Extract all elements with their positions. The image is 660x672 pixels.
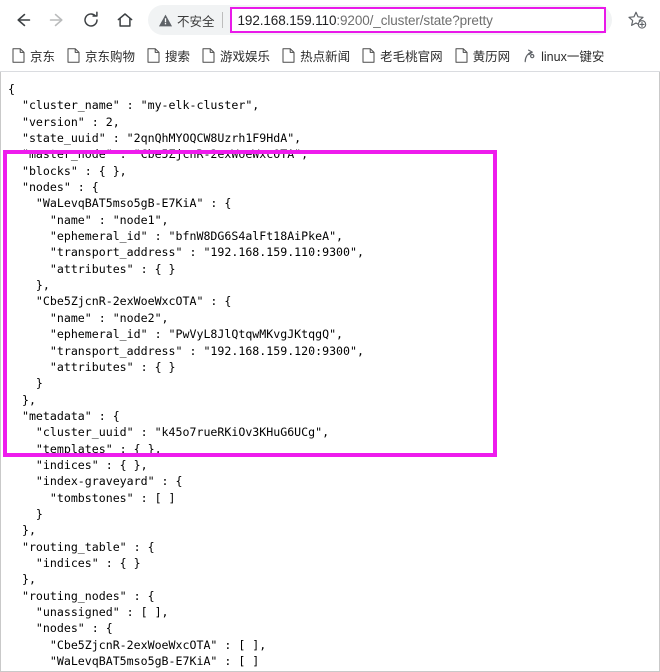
bookmark-item[interactable]: 京东 (6, 43, 61, 68)
bookmark-label: linux一键安 (541, 50, 605, 64)
reload-icon (84, 11, 98, 27)
star-add-icon (628, 11, 647, 29)
warning-triangle-icon (158, 14, 173, 26)
shortcut-icon (524, 49, 535, 63)
bookmark-label: 黄历网 (472, 50, 511, 64)
site-security-chip[interactable]: 不安全 (158, 11, 222, 30)
url-path: :9200/_cluster/state?pretty (336, 12, 493, 28)
page-icon (147, 48, 160, 63)
bookmark-label: 搜索 (165, 50, 191, 64)
back-button[interactable] (6, 4, 40, 36)
omnibox-actions (616, 4, 654, 36)
address-bar[interactable]: 不安全 192.168.159.110:9200/_cluster/state?… (148, 5, 612, 35)
bookmark-label: 京东 (30, 50, 56, 64)
bookmark-label: 游戏娱乐 (220, 50, 271, 64)
omnibox-divider (221, 12, 223, 28)
bookmark-label: 老毛桃官网 (380, 50, 443, 64)
bookmark-item[interactable]: 黄历网 (449, 43, 517, 68)
home-button[interactable] (108, 4, 142, 36)
back-arrow-icon (17, 13, 31, 27)
page-icon (202, 48, 215, 63)
bookmark-item[interactable]: 搜索 (141, 43, 196, 68)
bookmark-label: 京东购物 (85, 50, 136, 64)
bookmark-item[interactable]: 京东购物 (61, 43, 141, 68)
page-icon (67, 48, 80, 63)
json-response-body: { "cluster_name" : "my-elk-cluster", "ve… (8, 82, 364, 672)
page-icon (12, 48, 25, 63)
bookmarks-bar: 京东 京东购物 搜索 游戏娱乐 热点新闻 老毛桃官网 黄历网 linux一键安 (0, 40, 660, 71)
browser-chrome: 不安全 192.168.159.110:9200/_cluster/state?… (0, 0, 660, 72)
forward-arrow-icon (49, 13, 63, 27)
forward-button[interactable] (40, 4, 74, 36)
page-icon (362, 48, 375, 63)
url-text: 192.168.159.110:9200/_cluster/state?pret… (238, 13, 493, 28)
url-host: 192.168.159.110 (237, 12, 337, 28)
add-favorite-button[interactable] (620, 4, 654, 36)
browser-toolbar: 不安全 192.168.159.110:9200/_cluster/state?… (0, 0, 660, 40)
page-content: { "cluster_name" : "my-elk-cluster", "ve… (0, 72, 660, 672)
home-icon (117, 13, 133, 27)
page-icon (455, 48, 468, 63)
reload-button[interactable] (74, 4, 108, 36)
bookmark-item[interactable]: 游戏娱乐 (196, 43, 276, 68)
bookmark-item[interactable]: 老毛桃官网 (356, 43, 449, 68)
security-label: 不安全 (177, 14, 215, 29)
page-icon (282, 48, 295, 63)
bookmark-item[interactable]: 热点新闻 (276, 43, 356, 68)
bookmark-item[interactable]: linux一键安 (516, 43, 610, 68)
bookmark-label: 热点新闻 (300, 50, 351, 64)
url-highlight-annotation[interactable]: 192.168.159.110:9200/_cluster/state?pret… (229, 7, 606, 33)
